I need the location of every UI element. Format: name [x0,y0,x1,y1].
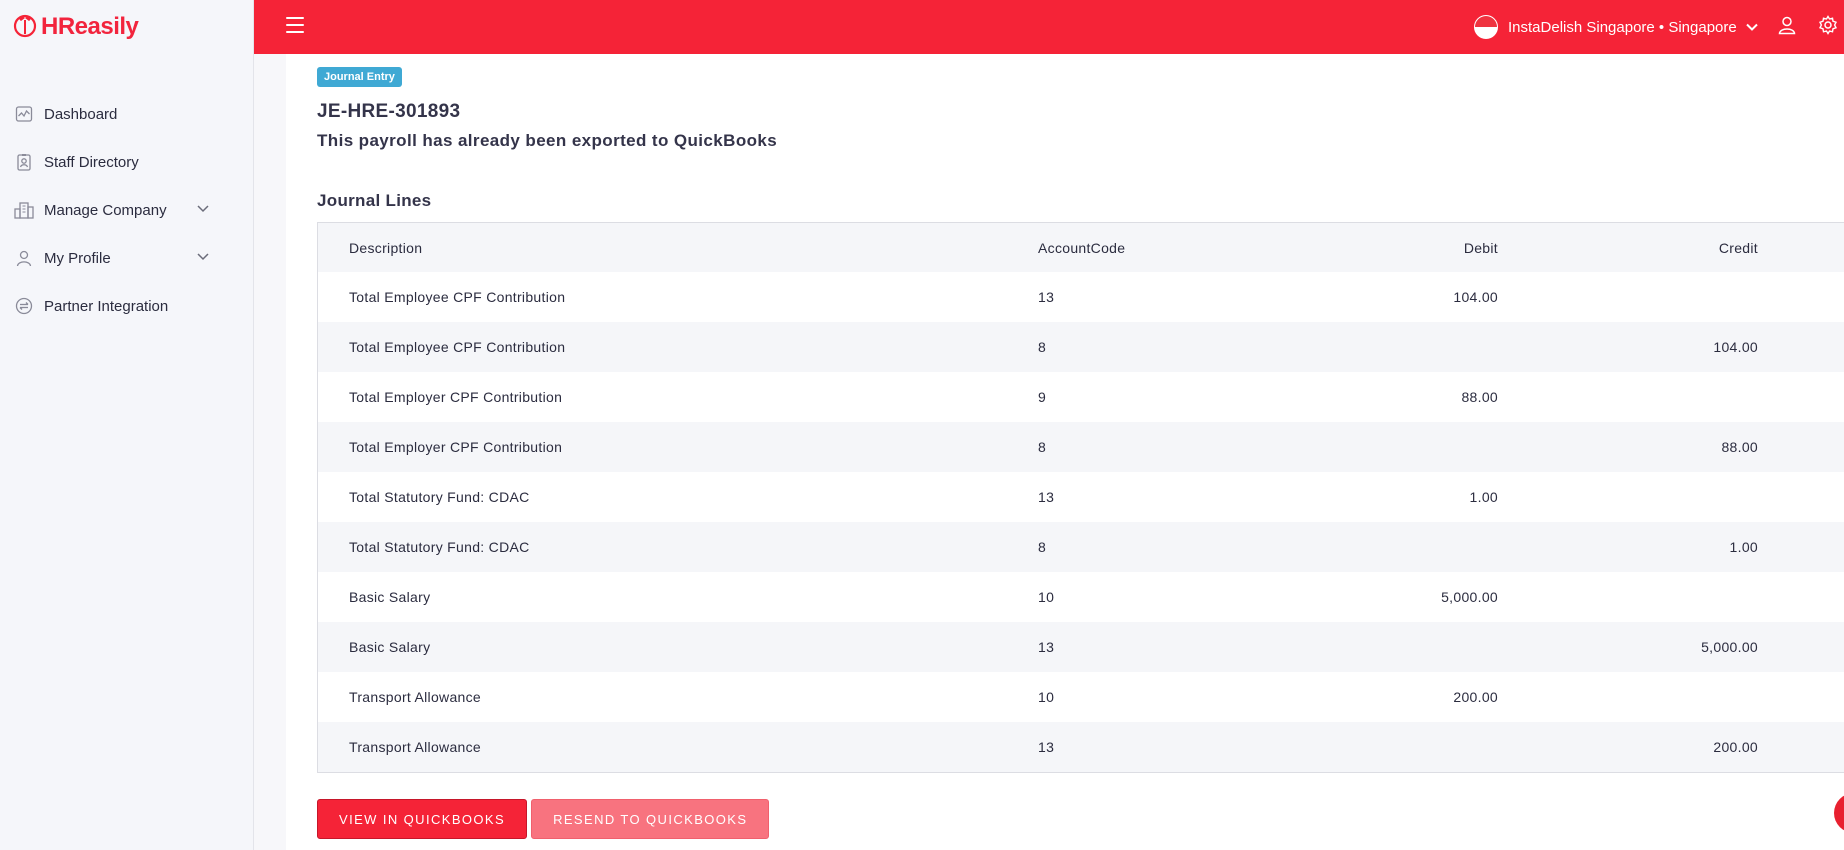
singapore-flag-icon [1474,15,1498,39]
company-selector[interactable]: InstaDelish Singapore • Singapore [1474,0,1759,54]
sidebar-item-partner-integration[interactable]: Partner Integration [0,282,254,330]
table-row: Transport Allowance 10 200.00 [318,672,1844,722]
sidebar-item-label: Partner Integration [44,297,169,315]
cell-description: Total Employer CPF Contribution [349,389,563,405]
export-status-message: This payroll has already been exported t… [317,131,778,150]
column-header-credit: Credit [1718,239,1758,256]
cell-debit: 104.00 [1453,289,1498,305]
cell-credit: 1.00 [1729,539,1758,555]
table-row: Total Employer CPF Contribution 9 88.00 [318,372,1844,422]
sidebar-item-label: Dashboard [44,105,118,123]
user-icon [14,248,34,268]
chevron-down-icon[interactable] [196,249,210,268]
chevron-down-icon [1745,20,1759,34]
journal-entry-badge: Journal Entry [317,67,402,87]
column-header-debit: Debit [1463,239,1498,256]
journal-lines-table: Description AccountCode Debit Credit Tot… [317,222,1844,773]
column-header-description: Description [349,239,423,256]
cell-credit: 104.00 [1713,339,1758,355]
journal-entry-id: JE-HRE-301893 [317,101,461,122]
sidebar-item-label: Staff Directory [44,153,139,171]
sidebar-item-manage-company[interactable]: Manage Company [0,186,254,234]
chevron-down-icon[interactable] [196,201,210,220]
sidebar-item-my-profile[interactable]: My Profile [0,234,254,282]
company-name: InstaDelish Singapore • Singapore [1508,18,1737,36]
top-bar: InstaDelish Singapore • Singapore [254,0,1844,54]
logo-mark-icon [12,12,38,43]
cell-description: Total Employee CPF Contribution [349,289,566,305]
cell-debit: 5,000.00 [1441,589,1498,605]
cell-description: Transport Allowance [349,689,482,705]
cell-description: Total Employee CPF Contribution [349,339,566,355]
cell-account-code: 8 [1038,539,1047,555]
cell-description: Basic Salary [349,639,431,655]
cell-description: Total Statutory Fund: CDAC [349,489,530,505]
activity-chart-icon [14,104,34,124]
sidebar-item-label: My Profile [44,249,111,267]
cell-debit: 1.00 [1469,489,1498,505]
cell-account-code: 13 [1038,739,1055,755]
resend-to-quickbooks-button[interactable]: RESEND TO QUICKBOOKS [531,799,770,839]
cell-debit: 200.00 [1453,689,1498,705]
cell-account-code: 10 [1038,689,1055,705]
cell-account-code: 13 [1038,639,1055,655]
table-row: Total Employee CPF Contribution 8 104.00 [318,322,1844,372]
sidebar-item-staff-directory[interactable]: Staff Directory [0,138,254,186]
action-buttons: VIEW IN QUICKBOOKS RESEND TO QUICKBOOKS [317,799,773,839]
table-row: Total Employer CPF Contribution 8 88.00 [318,422,1844,472]
main-content: Journal Entry JE-HRE-301893 This payroll… [286,54,1844,850]
sidebar: HReasily Dashboard Staff Directory Manag… [0,0,254,850]
cell-account-code: 13 [1038,289,1055,305]
cell-description: Basic Salary [349,589,431,605]
table-row: Transport Allowance 13 200.00 [318,722,1844,772]
column-header-account-code: AccountCode [1038,239,1126,256]
cell-account-code: 8 [1038,439,1047,455]
cell-credit: 88.00 [1721,439,1758,455]
table-row: Total Statutory Fund: CDAC 8 1.00 [318,522,1844,572]
cell-debit: 88.00 [1461,389,1498,405]
table-row: Basic Salary 13 5,000.00 [318,622,1844,672]
id-badge-icon [14,152,34,172]
view-in-quickbooks-button[interactable]: VIEW IN QUICKBOOKS [317,799,528,839]
cell-account-code: 9 [1038,389,1047,405]
cell-description: Total Statutory Fund: CDAC [349,539,530,555]
cell-account-code: 13 [1038,489,1055,505]
cell-description: Total Employer CPF Contribution [349,439,563,455]
cell-description: Transport Allowance [349,739,482,755]
logo-text: HReasily [41,13,139,40]
table-row: Total Employee CPF Contribution 13 104.0… [318,272,1844,322]
table-row: Basic Salary 10 5,000.00 [318,572,1844,622]
sidebar-item-label: Manage Company [44,201,167,219]
cell-account-code: 10 [1038,589,1055,605]
sidebar-item-dashboard[interactable]: Dashboard [0,90,254,138]
journal-lines-title: Journal Lines [317,191,432,210]
cell-account-code: 8 [1038,339,1047,355]
building-icon [14,200,34,220]
table-header: Description AccountCode Debit Credit [318,223,1844,272]
table-row: Total Statutory Fund: CDAC 13 1.00 [318,472,1844,522]
integration-icon [14,296,34,316]
settings-icon[interactable] [1818,15,1838,40]
cell-credit: 200.00 [1713,739,1758,755]
logo[interactable]: HReasily [12,12,139,43]
cell-credit: 5,000.00 [1701,639,1758,655]
menu-icon[interactable] [286,17,304,33]
sidebar-nav: Dashboard Staff Directory Manage Company… [0,90,254,330]
user-icon[interactable] [1777,15,1797,40]
